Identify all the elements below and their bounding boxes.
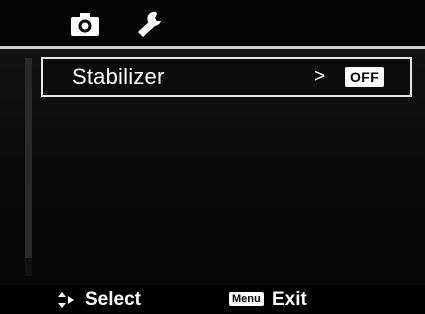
camera-icon[interactable]	[68, 10, 102, 38]
setting-value-badge: OFF	[345, 67, 385, 87]
scrollbar-thumb[interactable]	[25, 58, 32, 258]
menu-item-label: Stabilizer	[72, 64, 165, 89]
up-down-arrow-icon	[57, 291, 75, 309]
wrench-icon[interactable]	[132, 10, 166, 38]
footer-hints: Select Menu Exit	[0, 285, 425, 314]
footer-select-label: Select	[85, 289, 141, 310]
tab-bar	[0, 0, 425, 47]
menu-item-stabilizer[interactable]: Stabilizer > OFF	[41, 57, 412, 97]
chevron-right-icon: >	[314, 66, 326, 87]
footer-exit-label: Exit	[272, 289, 307, 310]
menu-key-badge: Menu	[229, 292, 264, 306]
